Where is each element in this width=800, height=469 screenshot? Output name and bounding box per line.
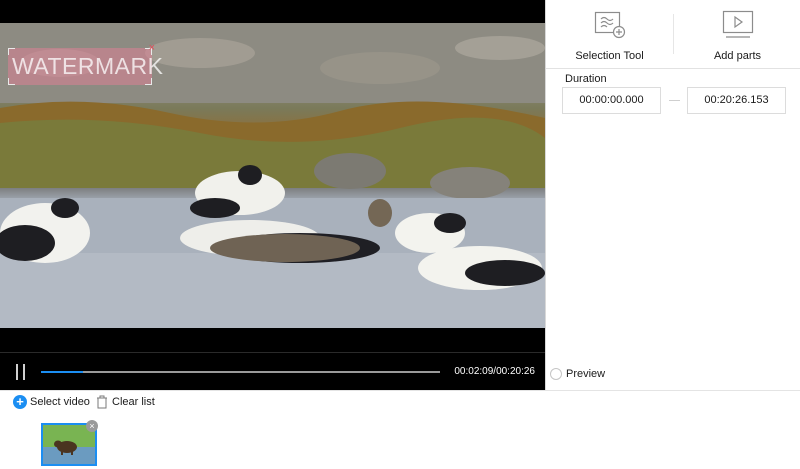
add-parts-icon [722,10,754,38]
clear-list-label: Clear list [112,396,155,408]
progress-fill [41,371,83,373]
player-controls: 00:02:09/00:20:26 [0,352,545,390]
app-window: WATERMARK × 00:02:09/00:20:26 Selection … [0,0,800,469]
end-time-field[interactable]: 00:20:26.153 [687,87,786,114]
trash-icon [97,395,107,409]
time-display: 00:02:09/00:20:26 [454,366,535,377]
thumbnail-remove-icon[interactable]: × [86,420,98,432]
video-frame[interactable]: WATERMARK × [0,23,545,328]
start-time-field[interactable]: 00:00:00.000 [562,87,661,114]
preview-label: Preview [566,368,606,380]
selection-tool-label: Selection Tool [575,50,644,62]
select-video-label: Select video [30,396,90,408]
video-player: WATERMARK × 00:02:09/00:20:26 [0,0,545,390]
right-panel: Selection Tool Add parts Duration 00:00:… [545,0,800,390]
selection-tool-icon [594,11,626,39]
add-parts-button[interactable]: Add parts [674,0,800,69]
duration-label: Duration [565,73,607,85]
selection-tool-button[interactable]: Selection Tool [546,0,673,69]
video-list-bar: + Select video Clear list × [0,390,800,469]
plus-circle-icon: + [13,395,27,409]
watermark-text: WATERMARK [12,53,164,79]
watermark-selection-box[interactable]: WATERMARK × [8,43,163,85]
progress-bar[interactable] [41,371,440,373]
watermark-close-icon[interactable]: × [149,43,155,54]
add-parts-label: Add parts [713,50,762,62]
preview-radio[interactable] [550,368,562,380]
time-separator [669,100,680,101]
bear-thumbnail-image [43,425,95,464]
tool-bar: Selection Tool Add parts [546,0,800,69]
pause-icon[interactable] [16,364,28,380]
